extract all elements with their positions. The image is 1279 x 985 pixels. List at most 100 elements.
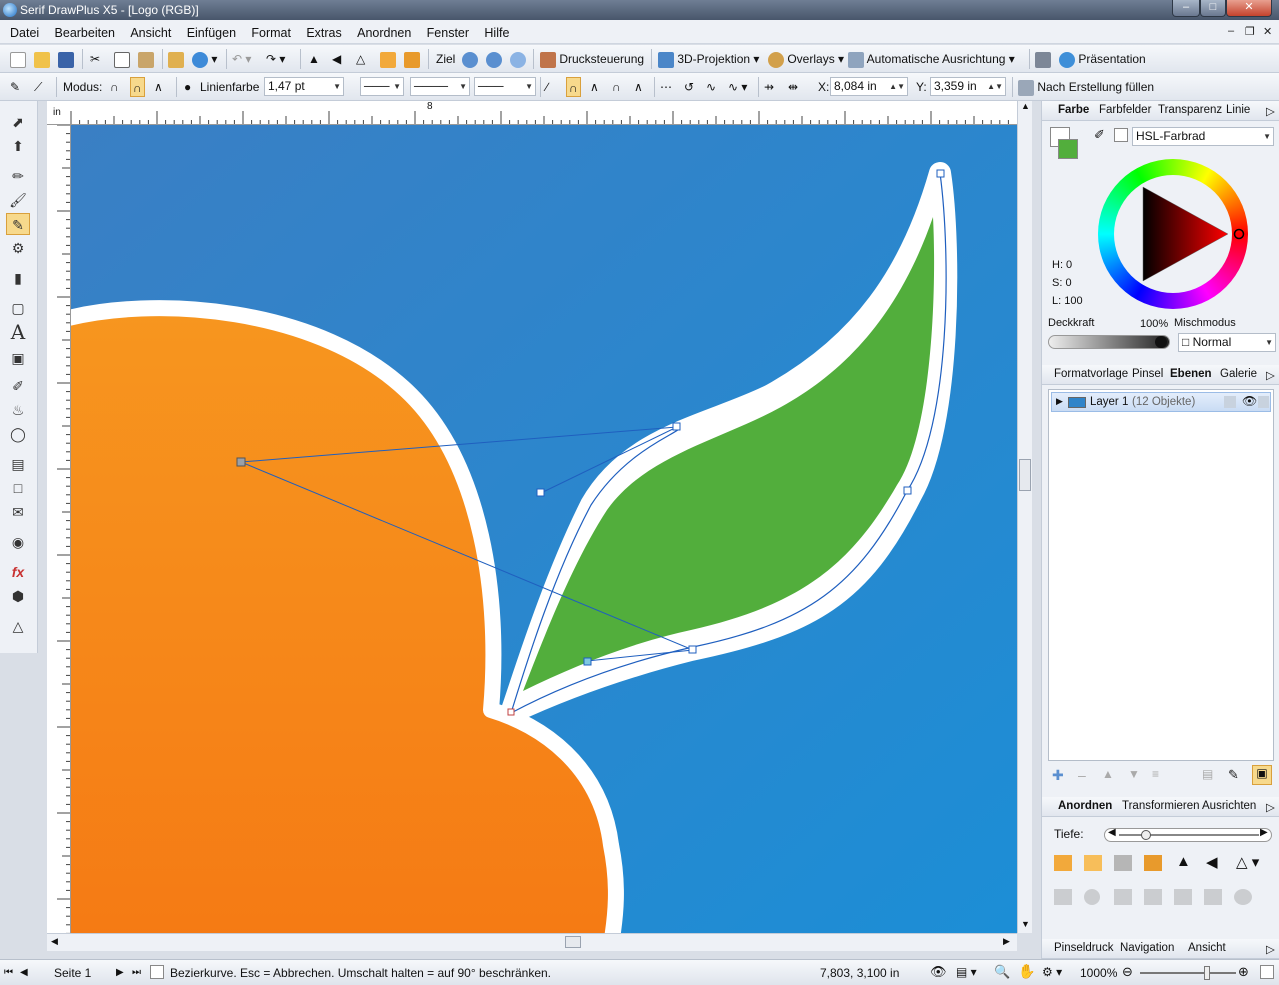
new-icon[interactable] [10, 49, 26, 69]
flip-vertical-icon[interactable]: ◀ [332, 49, 341, 69]
artwork-svg[interactable] [71, 125, 1017, 933]
node-1[interactable] [672, 422, 681, 431]
undo-icon[interactable]: ↶ ▾ [232, 49, 251, 69]
eraser-tool-icon[interactable]: ▮ [6, 267, 30, 289]
zoom-slider-thumb[interactable] [1204, 966, 1210, 980]
hsl-triangle[interactable] [1098, 159, 1248, 309]
maximize-button[interactable]: □ [1200, 0, 1226, 17]
node-sharp-icon[interactable]: ∧ [590, 77, 599, 97]
curve-options-icon[interactable]: ∿ ▾ [728, 77, 747, 97]
menu-datei[interactable]: Datei [0, 20, 45, 40]
menu-einfuegen[interactable]: Einfügen [181, 20, 242, 40]
scroll-left-icon[interactable]: ◀ [51, 936, 58, 947]
zoom-tool-icon[interactable]: 🔍 [994, 964, 1010, 980]
tab-navigation[interactable]: Navigation [1120, 942, 1174, 954]
color-picker-icon[interactable]: ✐ [1094, 127, 1105, 143]
first-page-icon[interactable]: ⏮ [4, 967, 13, 978]
next-page-icon[interactable]: ▶ [116, 967, 124, 978]
start-node[interactable] [507, 708, 515, 716]
arrange-panel-menu-icon[interactable]: ▷ [1266, 800, 1275, 814]
vertical-scroll-thumb[interactable] [1019, 459, 1031, 491]
x-position-field[interactable]: 8,084 in ▲▼ [830, 77, 908, 96]
scroll-up-icon[interactable]: ▲ [1021, 101, 1030, 111]
transparency-tool-icon[interactable]: ◯ [6, 423, 30, 445]
flip-v-icon[interactable]: ◀ [1206, 853, 1218, 871]
fill-line-swatch[interactable] [1050, 127, 1078, 161]
layer-row[interactable]: ▶ Layer 1 (12 Objekte) 👁 [1051, 392, 1271, 412]
fill-after-create-button[interactable]: Nach Erstellung füllen [1018, 77, 1154, 97]
layer-up-icon[interactable]: ▲ [1102, 767, 1114, 781]
add-shape-icon[interactable] [486, 49, 502, 69]
connector-tool-icon[interactable]: ⚙ [6, 237, 30, 259]
depth-left-icon[interactable]: ◀ [1108, 827, 1116, 838]
doc-minimize-icon[interactable]: – [1228, 25, 1234, 37]
blend-mode-combo[interactable]: □ Normal ▼ [1178, 333, 1276, 352]
tab-farbfelder[interactable]: Farbfelder [1099, 104, 1151, 116]
align-nodes-icon[interactable]: ⇹ [788, 77, 798, 97]
image-tool-icon[interactable]: ▣ [6, 347, 30, 369]
current-color-swatch[interactable] [1114, 128, 1128, 142]
print-control-button[interactable]: Drucksteuerung [540, 49, 644, 69]
opacity-slider[interactable] [1048, 335, 1170, 349]
fullscreen-icon[interactable] [1260, 965, 1274, 979]
fill-tool-icon[interactable]: ♨ [6, 399, 30, 421]
bring-forward-icon[interactable] [1084, 855, 1102, 871]
vertical-scrollbar[interactable]: ▲ ▼ [1017, 101, 1032, 933]
menu-anordnen[interactable]: Anordnen [351, 20, 417, 40]
rotate-icon[interactable]: △ [356, 49, 365, 69]
control-handle-1[interactable] [236, 457, 246, 467]
blend-tool-icon[interactable]: ◉ [6, 531, 30, 553]
flip-horizontal-icon[interactable]: ▲ [308, 49, 320, 69]
tab-galerie[interactable]: Galerie [1220, 368, 1257, 380]
minimize-button[interactable]: – [1172, 0, 1200, 17]
contour-tool-icon[interactable]: △ [6, 615, 30, 637]
cut-icon[interactable]: ✂ [90, 49, 100, 69]
bottom-panel-menu-icon[interactable]: ▷ [1266, 942, 1275, 956]
layer-lock-icon[interactable] [1224, 396, 1236, 408]
3d-tool-icon[interactable]: ⬢ [6, 585, 30, 607]
send-back-icon[interactable] [404, 49, 420, 69]
straight-segment-icon[interactable]: ∕ [546, 77, 548, 97]
overlays-button[interactable]: Overlays ▾ [768, 49, 844, 69]
tab-linie[interactable]: Linie [1226, 104, 1250, 116]
line-width-combo[interactable]: 1,47 pt ▼ [264, 77, 344, 96]
layer-visibility-icon[interactable]: 👁 [1242, 394, 1257, 408]
effects-fx-icon[interactable]: fx [6, 561, 30, 583]
unlock-object-icon[interactable] [1144, 889, 1162, 905]
layer-merge-icon[interactable]: ≡ [1152, 767, 1159, 781]
smooth-curve-icon[interactable]: ∿ [706, 77, 716, 97]
flip-h-icon[interactable]: ▲ [1176, 853, 1191, 870]
curve-segment-icon[interactable]: ∩ [566, 77, 581, 97]
color-panel-menu-icon[interactable]: ▷ [1266, 104, 1275, 118]
fill-swatch[interactable] [1058, 139, 1078, 159]
y-position-field[interactable]: 3,359 in ▲▼ [930, 77, 1006, 96]
pan-tool-icon[interactable]: ✋ [1018, 963, 1035, 980]
tab-formatvorlage[interactable]: Formatvorlage [1054, 368, 1128, 380]
tab-ausrichten[interactable]: Ausrichten [1202, 800, 1256, 812]
line-end-combo[interactable]: ──── ▼ [410, 77, 470, 96]
send-backward-icon[interactable] [1114, 855, 1132, 871]
depth-slider[interactable]: ◀ ▶ [1104, 827, 1272, 842]
depth-slider-thumb[interactable] [1141, 830, 1151, 840]
text-tool-icon[interactable]: A [6, 321, 30, 343]
page-label[interactable]: Seite 1 [54, 966, 91, 980]
layer-properties-icon[interactable]: ▣ [1252, 765, 1272, 785]
pen-tool-button-icon[interactable]: ✎ [6, 213, 30, 235]
scroll-down-icon[interactable]: ▼ [1021, 919, 1030, 929]
drawing-canvas[interactable] [71, 125, 1017, 933]
auto-align-button[interactable]: Automatische Ausrichtung ▾ [848, 49, 1015, 69]
doc-close-icon[interactable]: ✕ [1263, 25, 1272, 38]
control-handle-3[interactable] [583, 657, 592, 666]
node-2[interactable] [936, 169, 945, 178]
menu-extras[interactable]: Extras [300, 20, 347, 40]
shape-tool-icon[interactable]: ▢ [6, 297, 30, 319]
format-painter-icon[interactable] [168, 49, 184, 69]
line-color-icon[interactable]: ● [184, 77, 191, 97]
combine-icon[interactable] [462, 49, 478, 69]
delete-layer-icon[interactable]: – [1078, 767, 1086, 783]
add-layer-icon[interactable]: ✚ [1052, 767, 1064, 784]
tab-ansicht[interactable]: Ansicht [1188, 942, 1226, 954]
menu-ansicht[interactable]: Ansicht [124, 20, 177, 40]
group-icon[interactable] [1054, 889, 1072, 905]
send-to-back-icon[interactable] [1144, 855, 1162, 871]
